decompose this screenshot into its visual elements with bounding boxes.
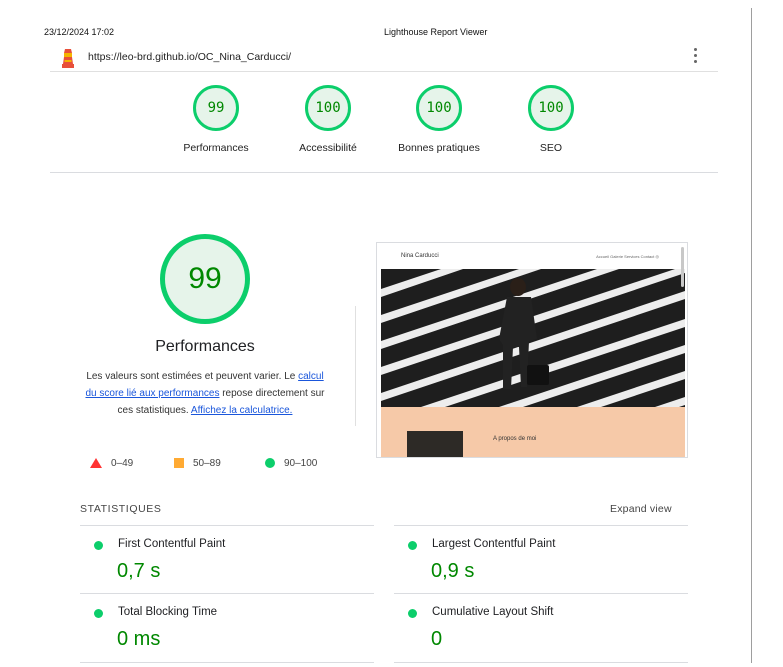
pass-circle-icon <box>265 458 275 469</box>
metric-divider <box>394 662 688 663</box>
calculator-link[interactable]: Affichez la calculatrice. <box>191 405 293 416</box>
metric-name: Largest Contentful Paint <box>432 538 556 550</box>
metric-largest-contentful-paint: Largest Contentful Paint 0,9 s <box>394 536 688 592</box>
metric-divider <box>394 525 688 526</box>
performance-score-gauge: 99 <box>160 234 250 324</box>
print-page-title: Lighthouse Report Viewer <box>384 27 488 37</box>
lighthouse-icon <box>62 49 74 68</box>
site-nav: Accueil Galerie Services Contact ◎ <box>596 254 659 259</box>
metric-total-blocking-time: Total Blocking Time 0 ms <box>80 604 374 660</box>
expand-view-toggle[interactable]: Expand view <box>610 503 672 515</box>
legend-range: 50–89 <box>193 458 221 469</box>
gauge-label-best-practices: Bonnes pratiques <box>398 142 480 154</box>
metric-divider <box>394 593 688 594</box>
metric-cumulative-layout-shift: Cumulative Layout Shift 0 <box>394 604 688 660</box>
metric-divider <box>80 662 374 663</box>
metric-name: Cumulative Layout Shift <box>432 606 554 618</box>
pass-circle-icon <box>94 609 103 618</box>
gauge-label-accessibility: Accessibilité <box>299 142 357 154</box>
metric-name: Total Blocking Time <box>118 606 218 618</box>
final-screenshot[interactable]: Nina Carducci Accueil Galerie Services C… <box>376 242 688 458</box>
pass-circle-icon <box>94 541 103 550</box>
pass-circle-icon <box>408 541 417 550</box>
metric-first-contentful-paint: First Contentful Paint 0,7 s <box>80 536 374 592</box>
metric-value: 0 ms <box>117 628 161 650</box>
gauge-best-practices[interactable]: 100 <box>416 85 462 131</box>
score-gauge: 100 <box>416 85 462 131</box>
about-section-preview: A propos de moi <box>381 407 685 457</box>
site-brand: Nina Carducci <box>401 253 439 259</box>
pass-circle-icon <box>408 609 417 618</box>
statistics-heading: STATISTIQUES <box>80 503 162 515</box>
legend-average: 50–89 <box>174 458 221 469</box>
metric-value: 0 <box>431 628 443 650</box>
print-datetime: 23/12/2024 17:02 <box>44 27 115 37</box>
score-gauge: 100 <box>305 85 351 131</box>
metric-name: First Contentful Paint <box>118 538 226 550</box>
average-square-icon <box>174 458 184 469</box>
screenshot-site-header: Nina Carducci Accueil Galerie Services C… <box>377 243 687 269</box>
metric-divider <box>80 525 374 526</box>
screenshot-scrollbar <box>681 247 684 287</box>
legend-range: 0–49 <box>111 458 134 469</box>
metric-value: 0,9 s <box>431 560 475 582</box>
performance-description: Les valeurs sont estimées et peuvent var… <box>85 368 325 419</box>
metric-divider <box>80 593 374 594</box>
legend-range: 90–100 <box>284 458 318 469</box>
fail-triangle-icon <box>90 458 102 469</box>
legend-fail: 0–49 <box>90 458 133 469</box>
metric-value: 0,7 s <box>117 560 161 582</box>
portrait-photo <box>407 431 463 457</box>
legend-pass: 90–100 <box>265 458 317 469</box>
gauge-performance[interactable]: 99 <box>193 85 239 131</box>
report-url[interactable]: https://leo-brd.github.io/OC_Nina_Carduc… <box>88 51 291 63</box>
report-url-bar: https://leo-brd.github.io/OC_Nina_Carduc… <box>50 44 718 72</box>
about-title: A propos de moi <box>493 436 537 442</box>
desc-text: Les valeurs sont estimées et peuvent var… <box>86 371 299 382</box>
kebab-menu-icon[interactable] <box>694 48 698 66</box>
score-gauge: 100 <box>528 85 574 131</box>
gauge-label-seo: SEO <box>539 142 563 154</box>
gauge-accessibility[interactable]: 100 <box>305 85 351 131</box>
hero-photo-crosswalk <box>381 269 685 407</box>
gauge-seo[interactable]: 100 <box>528 85 574 131</box>
gauge-label-performance: Performances <box>183 142 249 154</box>
page-edge-divider <box>751 8 752 663</box>
performance-title: Performances <box>155 338 255 355</box>
section-divider <box>50 172 718 173</box>
column-divider <box>355 306 356 426</box>
score-gauge: 99 <box>193 85 239 131</box>
